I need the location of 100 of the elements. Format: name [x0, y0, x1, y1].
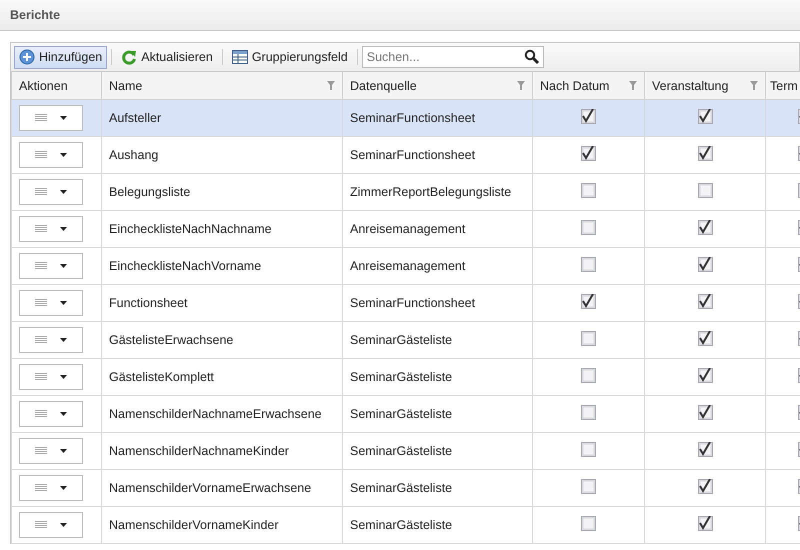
checkbox[interactable] — [698, 183, 712, 198]
source-cell: SeminarFunctionsheet — [342, 284, 532, 322]
checkbox[interactable] — [698, 331, 712, 346]
checkbox[interactable] — [698, 109, 712, 124]
source-cell: SeminarGästeliste — [342, 322, 532, 358]
actions-menu-button[interactable] — [19, 253, 83, 279]
menu-icon — [34, 151, 47, 159]
actions-menu-button[interactable] — [19, 438, 83, 464]
menu-icon — [34, 225, 47, 233]
actions-menu-button[interactable] — [19, 364, 83, 390]
checkbox[interactable] — [581, 294, 596, 309]
caret-icon — [60, 375, 68, 379]
column-header[interactable]: Veranstaltung — [644, 72, 766, 100]
caret-icon — [60, 190, 68, 194]
actions-menu-button[interactable] — [19, 512, 83, 538]
checkbox[interactable] — [581, 368, 596, 383]
table-row[interactable]: NamenschilderNachnameKinder SeminarGästeliste — [12, 432, 800, 470]
checkbox[interactable] — [581, 405, 596, 420]
menu-icon — [34, 262, 47, 270]
name-cell: NamenschilderVornameErwachsene — [102, 470, 342, 506]
checkbox[interactable] — [698, 516, 712, 531]
actions-menu-button[interactable] — [19, 105, 83, 131]
actions-menu-button[interactable] — [19, 475, 83, 501]
actions-menu-button[interactable] — [19, 142, 83, 168]
name-cell: Functionsheet — [102, 284, 342, 322]
plus-circle-icon — [19, 49, 35, 65]
actions-menu-button[interactable] — [19, 216, 83, 242]
source-cell: SeminarGästeliste — [342, 506, 532, 544]
table-row[interactable]: NamenschilderNachnameErwachsene SeminarGästeliste — [12, 396, 800, 432]
add-button[interactable]: Hinzufügen — [14, 46, 108, 68]
caret-icon — [60, 116, 68, 120]
name-cell: NamenschilderNachnameErwachsene — [102, 396, 342, 432]
actions-menu-button[interactable] — [19, 401, 83, 427]
caret-icon — [60, 264, 68, 268]
checkbox[interactable] — [581, 257, 596, 272]
menu-icon — [34, 521, 47, 529]
table-row[interactable]: EinchecklisteNachVorname Anreisemanagement — [12, 248, 800, 284]
caret-icon — [60, 449, 68, 453]
checkbox[interactable] — [698, 479, 712, 494]
search-field[interactable]: Suchen... — [362, 46, 544, 68]
menu-icon — [34, 447, 47, 455]
menu-icon — [34, 484, 47, 492]
name-cell: GästelisteKomplett — [102, 358, 342, 396]
table-row[interactable]: Aushang SeminarFunctionsheet — [12, 136, 800, 174]
table-row[interactable]: GästelisteErwachsene SeminarGästeliste — [12, 322, 800, 358]
checkbox[interactable] — [698, 442, 712, 457]
group-field-button[interactable]: Gruppierungsfeld — [226, 46, 353, 68]
actions-menu-button[interactable] — [19, 327, 83, 353]
source-cell: SeminarGästeliste — [342, 470, 532, 506]
column-header[interactable]: Datenquelle — [342, 72, 532, 100]
menu-icon — [34, 373, 47, 381]
checkbox[interactable] — [581, 220, 596, 235]
table-row[interactable]: NamenschilderVornameKinder SeminarGästeliste — [12, 506, 800, 544]
table-icon — [232, 49, 248, 65]
checkbox[interactable] — [698, 220, 712, 235]
table-row[interactable]: NamenschilderVornameErwachsene SeminarGästeliste — [12, 470, 800, 506]
source-cell: SeminarGästeliste — [342, 396, 532, 432]
menu-icon — [34, 410, 47, 418]
table-row[interactable]: EinchecklisteNachNachname Anreisemanagement — [12, 210, 800, 248]
menu-icon — [34, 188, 47, 196]
checkbox[interactable] — [698, 294, 712, 309]
checkbox[interactable] — [698, 146, 712, 161]
actions-menu-button[interactable] — [19, 290, 83, 316]
panel-title: Berichte — [10, 8, 60, 22]
name-cell: Belegungsliste — [102, 174, 342, 210]
caret-icon — [60, 301, 68, 305]
name-cell: NamenschilderVornameKinder — [102, 506, 342, 544]
search-icon — [524, 49, 540, 65]
caret-icon — [60, 486, 68, 490]
source-cell: ZimmerReportBelegungsliste — [342, 174, 532, 210]
checkbox[interactable] — [581, 109, 596, 124]
checkbox[interactable] — [581, 479, 596, 494]
checkbox[interactable] — [698, 257, 712, 272]
filter-icon — [327, 81, 335, 90]
name-cell: NamenschilderNachnameKinder — [102, 432, 342, 470]
menu-icon — [34, 336, 47, 344]
source-cell: Anreisemanagement — [342, 248, 532, 284]
filter-icon — [629, 81, 637, 90]
actions-menu-button[interactable] — [19, 179, 83, 205]
refresh-icon — [121, 49, 138, 65]
menu-icon — [34, 114, 47, 122]
refresh-button[interactable]: Aktualisieren — [116, 46, 218, 68]
table-row[interactable]: Functionsheet SeminarFunctionsheet — [12, 284, 800, 322]
name-cell: EinchecklisteNachVorname — [102, 248, 342, 284]
checkbox[interactable] — [581, 442, 596, 457]
name-cell: Aufsteller — [102, 100, 342, 136]
checkbox[interactable] — [581, 146, 596, 161]
filter-icon — [750, 81, 758, 90]
checkbox[interactable] — [581, 183, 596, 198]
table-row[interactable]: GästelisteKomplett SeminarGästeliste — [12, 358, 800, 396]
column-header[interactable]: Term — [766, 72, 800, 100]
column-header[interactable]: Name — [102, 72, 342, 100]
column-header[interactable]: Aktionen — [12, 72, 102, 100]
table-row[interactable]: Aufsteller SeminarFunctionsheet — [12, 100, 800, 136]
table-row[interactable]: Belegungsliste ZimmerReportBelegungsliste — [12, 174, 800, 210]
checkbox[interactable] — [581, 516, 596, 531]
column-header[interactable]: Nach Datum — [532, 72, 644, 100]
checkbox[interactable] — [698, 405, 712, 420]
checkbox[interactable] — [581, 331, 596, 346]
checkbox[interactable] — [698, 368, 712, 383]
